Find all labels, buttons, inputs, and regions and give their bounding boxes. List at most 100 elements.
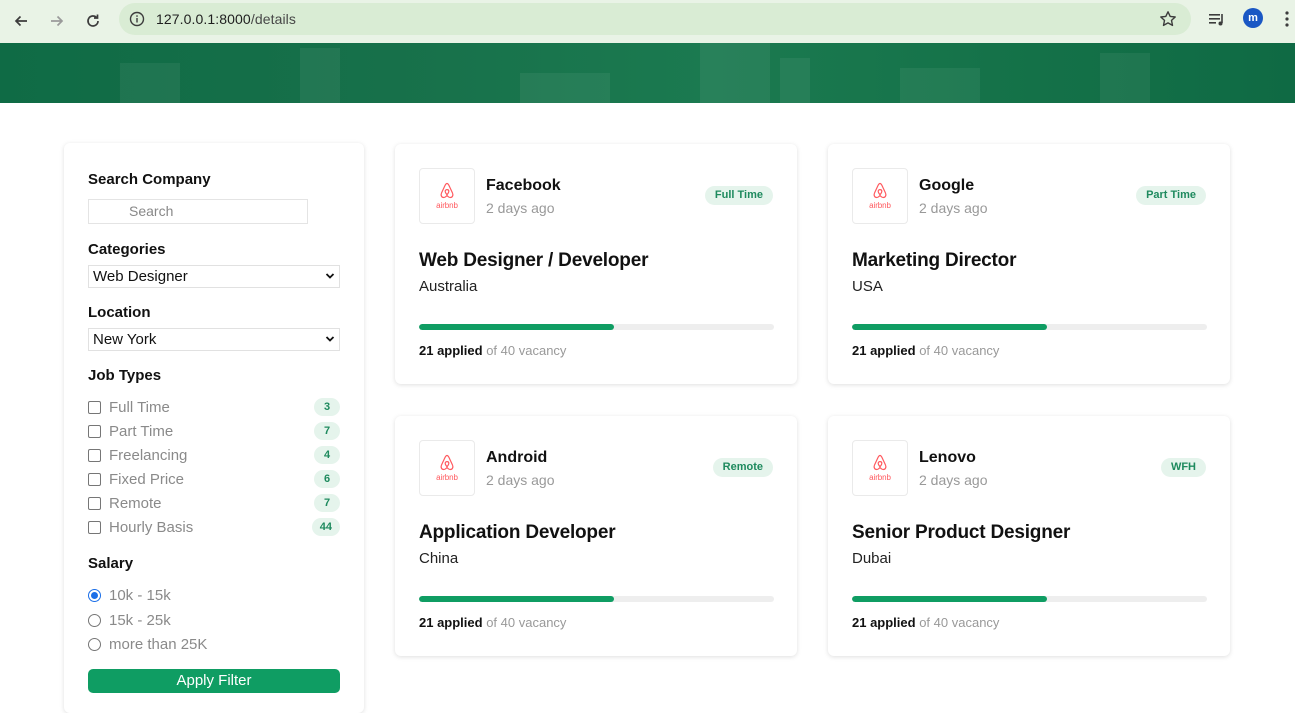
salary-option-10k-15k[interactable]: 10k - 15k bbox=[88, 585, 171, 605]
checkbox[interactable] bbox=[88, 472, 101, 486]
job-card[interactable]: airbnb Google 2 days ago Part Time Marke… bbox=[828, 144, 1230, 384]
job-type-label: Part Time bbox=[109, 422, 174, 440]
checkbox[interactable] bbox=[88, 400, 101, 414]
salary-option-15k-25k[interactable]: 15k - 25k bbox=[88, 610, 171, 630]
progress-fill bbox=[852, 596, 1048, 602]
url-host: 127.0.0.1:8000 bbox=[156, 11, 251, 27]
applications-progress-bar bbox=[852, 324, 1207, 330]
job-type-fixed-price[interactable]: Fixed Price 6 bbox=[88, 469, 340, 489]
posted-time: 2 days ago bbox=[919, 472, 988, 488]
job-title[interactable]: Marketing Director bbox=[852, 250, 1016, 272]
airbnb-logo-icon bbox=[440, 182, 454, 199]
job-types-heading: Job Types bbox=[88, 367, 162, 384]
address-bar[interactable]: 127.0.0.1:8000/details bbox=[119, 3, 1191, 35]
job-location: Dubai bbox=[852, 550, 892, 567]
applied-number: 21 applied bbox=[852, 343, 916, 358]
applied-count: 21 applied of 40 vacancy bbox=[419, 343, 566, 358]
progress-fill bbox=[419, 596, 615, 602]
categories-select[interactable]: Web Designer bbox=[88, 265, 340, 288]
company-logo: airbnb bbox=[852, 168, 908, 224]
company-logo: airbnb bbox=[852, 440, 908, 496]
airbnb-logo-icon bbox=[873, 454, 887, 471]
job-type-label: Fixed Price bbox=[109, 470, 185, 488]
back-button[interactable] bbox=[8, 8, 34, 34]
radio-button[interactable] bbox=[88, 613, 101, 627]
forward-button[interactable] bbox=[44, 8, 70, 34]
categories-selected-value: Web Designer bbox=[93, 268, 188, 285]
applied-number: 21 applied bbox=[419, 615, 483, 630]
job-type-badge: Part Time bbox=[1136, 186, 1206, 205]
media-control-icon[interactable] bbox=[1206, 9, 1228, 31]
vacancy-text: of 40 vacancy bbox=[919, 343, 1000, 358]
profile-avatar[interactable]: m bbox=[1243, 8, 1263, 28]
job-card[interactable]: airbnb Facebook 2 days ago Full Time Web… bbox=[395, 144, 797, 384]
filter-sidebar: Search Company Search Categories Web Des… bbox=[64, 143, 364, 713]
company-logo: airbnb bbox=[419, 168, 475, 224]
applied-count: 21 applied of 40 vacancy bbox=[419, 615, 566, 630]
salary-label: 15k - 25k bbox=[109, 611, 171, 629]
search-input[interactable]: Search bbox=[88, 199, 308, 224]
kebab-menu-icon[interactable] bbox=[1282, 9, 1292, 29]
job-location: China bbox=[419, 550, 459, 567]
job-type-label: Remote bbox=[109, 494, 162, 512]
browser-toolbar: 127.0.0.1:8000/details m bbox=[0, 0, 1295, 43]
salary-label: 10k - 15k bbox=[109, 586, 171, 604]
location-selected-value: New York bbox=[93, 331, 157, 348]
reload-button[interactable] bbox=[80, 8, 106, 34]
salary-option-more-than-25k[interactable]: more than 25K bbox=[88, 634, 207, 654]
job-type-badge: Full Time bbox=[704, 186, 773, 205]
applied-number: 21 applied bbox=[419, 343, 483, 358]
vacancy-text: of 40 vacancy bbox=[919, 615, 1000, 630]
checkbox[interactable] bbox=[88, 520, 101, 534]
job-type-hourly-basis[interactable]: Hourly Basis 44 bbox=[88, 517, 340, 537]
job-title[interactable]: Web Designer / Developer bbox=[419, 250, 648, 272]
salary-label: more than 25K bbox=[109, 635, 208, 653]
arrow-left-icon bbox=[14, 15, 27, 27]
job-card[interactable]: airbnb Lenovo 2 days ago WFH Senior Prod… bbox=[828, 416, 1230, 656]
radio-button[interactable] bbox=[88, 637, 101, 651]
job-type-freelancing[interactable]: Freelancing 4 bbox=[88, 445, 340, 465]
job-title[interactable]: Application Developer bbox=[419, 522, 616, 544]
checkbox[interactable] bbox=[88, 448, 101, 462]
chevron-down-icon bbox=[325, 336, 335, 342]
job-location: USA bbox=[852, 278, 883, 295]
progress-fill bbox=[419, 324, 615, 330]
applied-count: 21 applied of 40 vacancy bbox=[852, 343, 999, 358]
job-type-badge: WFH bbox=[1160, 458, 1206, 477]
posted-time: 2 days ago bbox=[486, 472, 555, 488]
checkbox[interactable] bbox=[88, 496, 101, 510]
job-title[interactable]: Senior Product Designer bbox=[852, 522, 1070, 544]
job-type-remote[interactable]: Remote 7 bbox=[88, 493, 340, 513]
job-type-badge: Remote bbox=[712, 458, 773, 477]
url-path: /details bbox=[250, 11, 296, 27]
radio-button[interactable] bbox=[88, 588, 101, 602]
company-name: Google bbox=[919, 177, 975, 194]
vacancy-text: of 40 vacancy bbox=[486, 343, 567, 358]
url-text: 127.0.0.1:8000/details bbox=[156, 11, 296, 27]
categories-heading: Categories bbox=[88, 241, 166, 258]
apply-filter-button[interactable]: Apply Filter bbox=[88, 669, 340, 693]
job-type-part-time[interactable]: Part Time 7 bbox=[88, 421, 340, 441]
job-card[interactable]: airbnb Android 2 days ago Remote Applica… bbox=[395, 416, 797, 656]
logo-text: airbnb bbox=[869, 201, 891, 210]
job-type-full-time[interactable]: Full Time 3 bbox=[88, 397, 340, 417]
job-type-count: 7 bbox=[314, 494, 340, 512]
checkbox[interactable] bbox=[88, 424, 101, 438]
job-type-count: 6 bbox=[314, 470, 340, 488]
chevron-down-icon bbox=[325, 273, 335, 279]
star-icon[interactable] bbox=[1159, 10, 1177, 28]
hero-banner bbox=[0, 43, 1295, 103]
applications-progress-bar bbox=[419, 596, 774, 602]
info-icon[interactable] bbox=[129, 11, 145, 27]
reload-icon bbox=[87, 14, 99, 27]
location-select[interactable]: New York bbox=[88, 328, 340, 351]
job-type-label: Full Time bbox=[109, 398, 170, 416]
logo-text: airbnb bbox=[436, 473, 458, 482]
company-name: Facebook bbox=[486, 177, 561, 194]
posted-time: 2 days ago bbox=[486, 200, 555, 216]
job-type-label: Hourly Basis bbox=[109, 518, 194, 536]
progress-fill bbox=[852, 324, 1048, 330]
job-type-count: 44 bbox=[311, 518, 340, 536]
location-heading: Location bbox=[88, 304, 151, 321]
job-type-count: 3 bbox=[314, 398, 340, 416]
